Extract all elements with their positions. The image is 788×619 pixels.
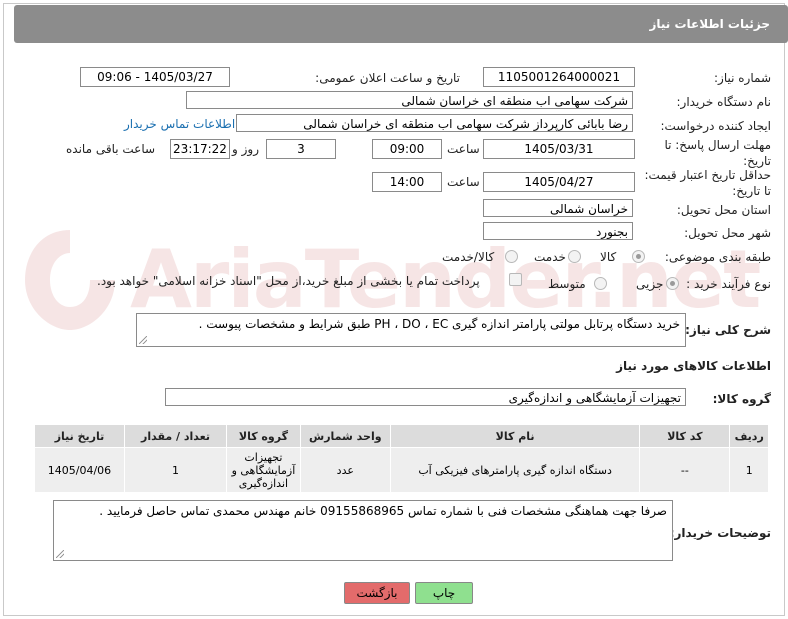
category-radio-goods-service[interactable] xyxy=(505,250,518,263)
process-label: نوع فرآیند خرید : xyxy=(686,277,771,291)
back-button[interactable]: بازگشت xyxy=(344,582,410,604)
category-option-goods: کالا xyxy=(600,250,617,264)
reply-time-label: ساعت xyxy=(447,142,480,156)
category-option-service: خدمت xyxy=(534,250,566,264)
goods-table: ردیف کد کالا نام کالا واحد شمارش گروه کا… xyxy=(34,424,769,493)
price-validity-date-field: 1405/04/27 xyxy=(483,172,635,192)
delivery-province-field: خراسان شمالی xyxy=(483,199,633,217)
treasury-checkbox[interactable] xyxy=(509,273,522,286)
category-label: طبقه بندی موضوعی: xyxy=(664,250,771,264)
goods-table-header: ردیف کد کالا نام کالا واحد شمارش گروه کا… xyxy=(34,424,769,448)
col-unit: واحد شمارش xyxy=(299,424,391,448)
goods-section-title: اطلاعات کالاهای مورد نیاز xyxy=(616,359,771,373)
price-validity-label: حداقل تاریخ اعتبار قیمت: تا تاریخ: xyxy=(644,168,771,198)
cell-qty: 1 xyxy=(123,447,228,493)
need-number-field: 1105001264000021 xyxy=(483,67,635,87)
cell-code: -- xyxy=(639,447,731,493)
category-radio-goods[interactable] xyxy=(632,250,645,263)
requester-label: ایجاد کننده درخواست: xyxy=(660,119,771,133)
price-validity-time-label: ساعت xyxy=(447,175,480,189)
process-radio-medium[interactable] xyxy=(594,277,607,290)
price-validity-time-field: 14:00 xyxy=(372,172,442,192)
col-date: تاریخ نیاز xyxy=(34,424,125,448)
description-text: خرید دستگاه پرتابل مولتی پارامتر اندازه … xyxy=(198,317,680,331)
announce-label: تاریخ و ساعت اعلان عمومی: xyxy=(315,71,460,85)
process-option-medium: متوسط xyxy=(548,277,586,291)
buyer-contact-link[interactable]: اطلاعات تماس خریدار xyxy=(124,117,235,131)
cell-name: دستگاه اندازه گیری پارامترهای فیزیکی آب xyxy=(389,447,641,493)
delivery-city-field: بجنورد xyxy=(483,222,633,240)
description-label: شرح کلی نیاز: xyxy=(685,323,771,337)
reply-time-field: 09:00 xyxy=(372,139,442,159)
buyer-notes-textarea[interactable]: صرفا جهت هماهنگی مشخصات فنی با شماره تما… xyxy=(53,500,673,561)
buyer-notes-label: توضیحات خریدار: xyxy=(669,526,771,540)
resize-handle-icon[interactable] xyxy=(139,336,147,344)
cell-unit: عدد xyxy=(299,447,391,493)
reply-date-field: 1405/03/31 xyxy=(483,139,635,159)
buyer-org-label: نام دستگاه خریدار: xyxy=(676,95,772,109)
remaining-time-label: ساعت باقی مانده xyxy=(66,142,156,156)
print-button[interactable]: چاپ xyxy=(415,582,473,604)
need-number-label: شماره نیاز: xyxy=(714,71,771,85)
process-option-partial: جزیی xyxy=(636,277,664,291)
goods-group-field: تجهیزات آزمایشگاهی و اندازه‌گیری xyxy=(165,388,686,406)
category-option-goods-service: کالا/خدمت xyxy=(442,250,495,264)
col-code: کد کالا xyxy=(639,424,731,448)
reply-days-label: روز و xyxy=(232,142,259,156)
cell-group: تجهیزات آزمایشگاهی و اندازه‌گیری xyxy=(226,447,301,493)
requester-field: رضا بابائی کارپرداز شرکت سهامی اب منطقه … xyxy=(236,114,633,132)
col-row: ردیف xyxy=(729,424,769,448)
reply-days-field: 3 xyxy=(266,139,336,159)
reply-deadline-label: مهلت ارسال پاسخ: تا تاریخ: xyxy=(664,138,771,168)
table-row: 1 -- دستگاه اندازه گیری پارامترهای فیزیک… xyxy=(34,447,769,493)
buyer-org-field: شرکت سهامی اب منطقه ای خراسان شمالی xyxy=(186,91,633,109)
process-radio-partial[interactable] xyxy=(666,277,679,290)
cell-row: 1 xyxy=(729,447,769,493)
page-title: جزئیات اطلاعات نیاز xyxy=(649,17,770,31)
col-group: گروه کالا xyxy=(226,424,301,448)
remaining-time-field: 23:17:22 xyxy=(170,139,230,159)
cell-date: 1405/04/06 xyxy=(34,447,125,493)
announce-field: 1405/03/27 - 09:06 xyxy=(80,67,230,87)
resize-handle-icon[interactable] xyxy=(56,550,64,558)
treasury-note: پرداخت تمام یا بخشی از مبلغ خرید،از محل … xyxy=(97,274,480,288)
description-textarea[interactable]: خرید دستگاه پرتابل مولتی پارامتر اندازه … xyxy=(136,313,686,347)
category-radio-service[interactable] xyxy=(568,250,581,263)
goods-group-label: گروه کالا: xyxy=(712,392,771,406)
buyer-notes-text: صرفا جهت هماهنگی مشخصات فنی با شماره تما… xyxy=(99,504,667,518)
delivery-city-label: شهر محل تحویل: xyxy=(684,226,771,240)
page-header: جزئیات اطلاعات نیاز xyxy=(14,5,788,43)
delivery-province-label: استان محل تحویل: xyxy=(676,203,771,217)
col-qty: تعداد / مقدار xyxy=(123,424,228,448)
col-name: نام کالا xyxy=(389,424,641,448)
